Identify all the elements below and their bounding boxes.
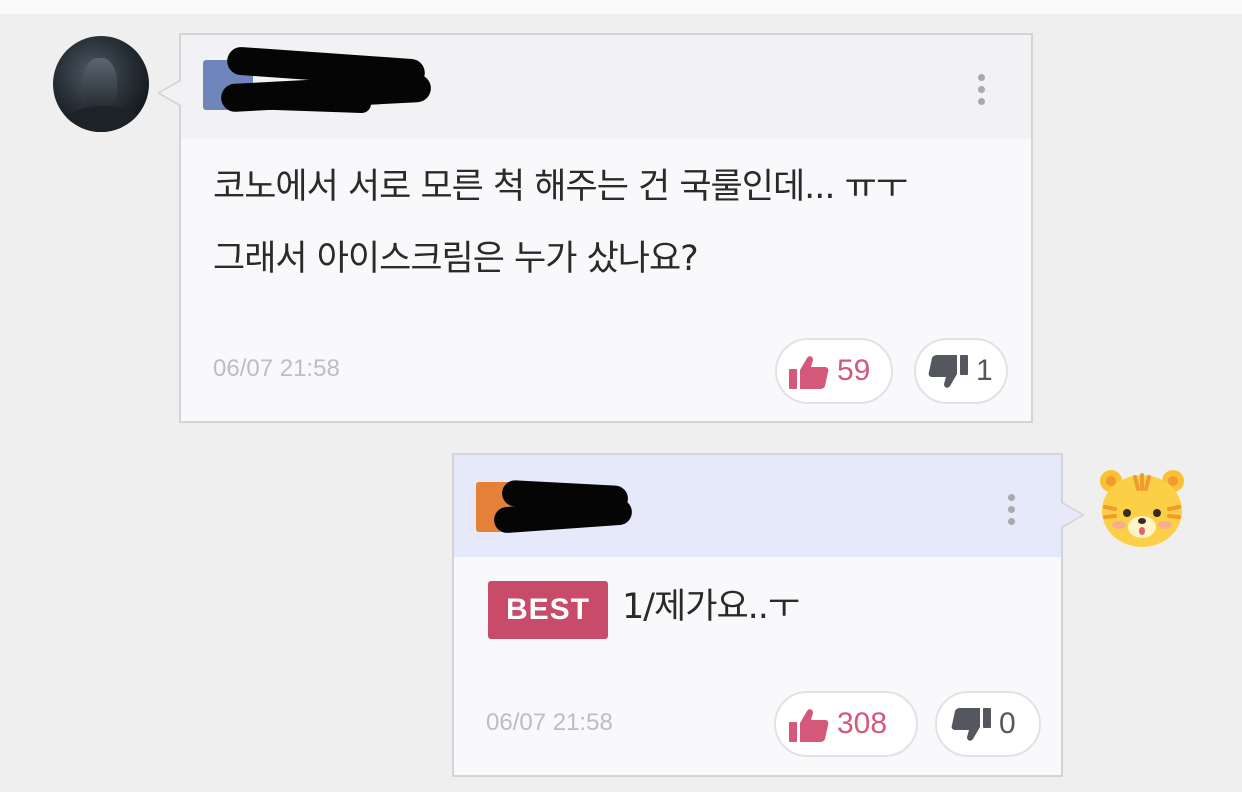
like-count: 308: [837, 707, 888, 740]
thumbs-up-icon: [789, 709, 829, 742]
avatar-face: [83, 58, 117, 110]
top-strip: [0, 0, 1242, 14]
comment-card: 코노에서 서로 모른 척 해주는 건 국룰인데... ㅠㅜ 그래서 아이스크림은…: [157, 33, 1033, 423]
dislike-button[interactable]: 1: [914, 338, 1008, 404]
bubble-tail: [1061, 501, 1085, 529]
like-button[interactable]: 308: [774, 691, 918, 757]
reply-card: BEST 1/제가요..ㅜ 06/07 21:58 308 0: [452, 453, 1085, 777]
user-avatar[interactable]: [53, 36, 149, 132]
comment-text-line: 그래서 아이스크림은 누가 샀나요?: [213, 239, 699, 279]
dislike-button[interactable]: 0: [935, 691, 1041, 757]
more-vertical-icon[interactable]: [975, 71, 987, 111]
dislike-count: 1: [976, 354, 993, 387]
like-button[interactable]: 59: [775, 338, 893, 404]
thumbs-down-icon: [951, 708, 991, 741]
like-count: 59: [837, 354, 871, 387]
thumbs-up-icon: [789, 356, 829, 389]
thumbs-down-icon: [928, 355, 968, 388]
dislike-count: 0: [999, 707, 1016, 740]
tiger-avatar[interactable]: [1097, 465, 1187, 549]
comment-timestamp: 06/07 21:58: [213, 355, 340, 382]
more-vertical-icon[interactable]: [1005, 491, 1017, 531]
comment-timestamp: 06/07 21:58: [486, 709, 613, 736]
best-badge: BEST: [488, 581, 608, 639]
comment-header: [181, 35, 1031, 139]
comment-header: [454, 455, 1061, 557]
avatar-shoulder: [63, 106, 143, 132]
comment-text-line: 코노에서 서로 모른 척 해주는 건 국룰인데... ㅠㅜ: [213, 167, 908, 207]
bubble-tail: [157, 79, 181, 107]
comment-text: 1/제가요..ㅜ: [622, 587, 800, 627]
